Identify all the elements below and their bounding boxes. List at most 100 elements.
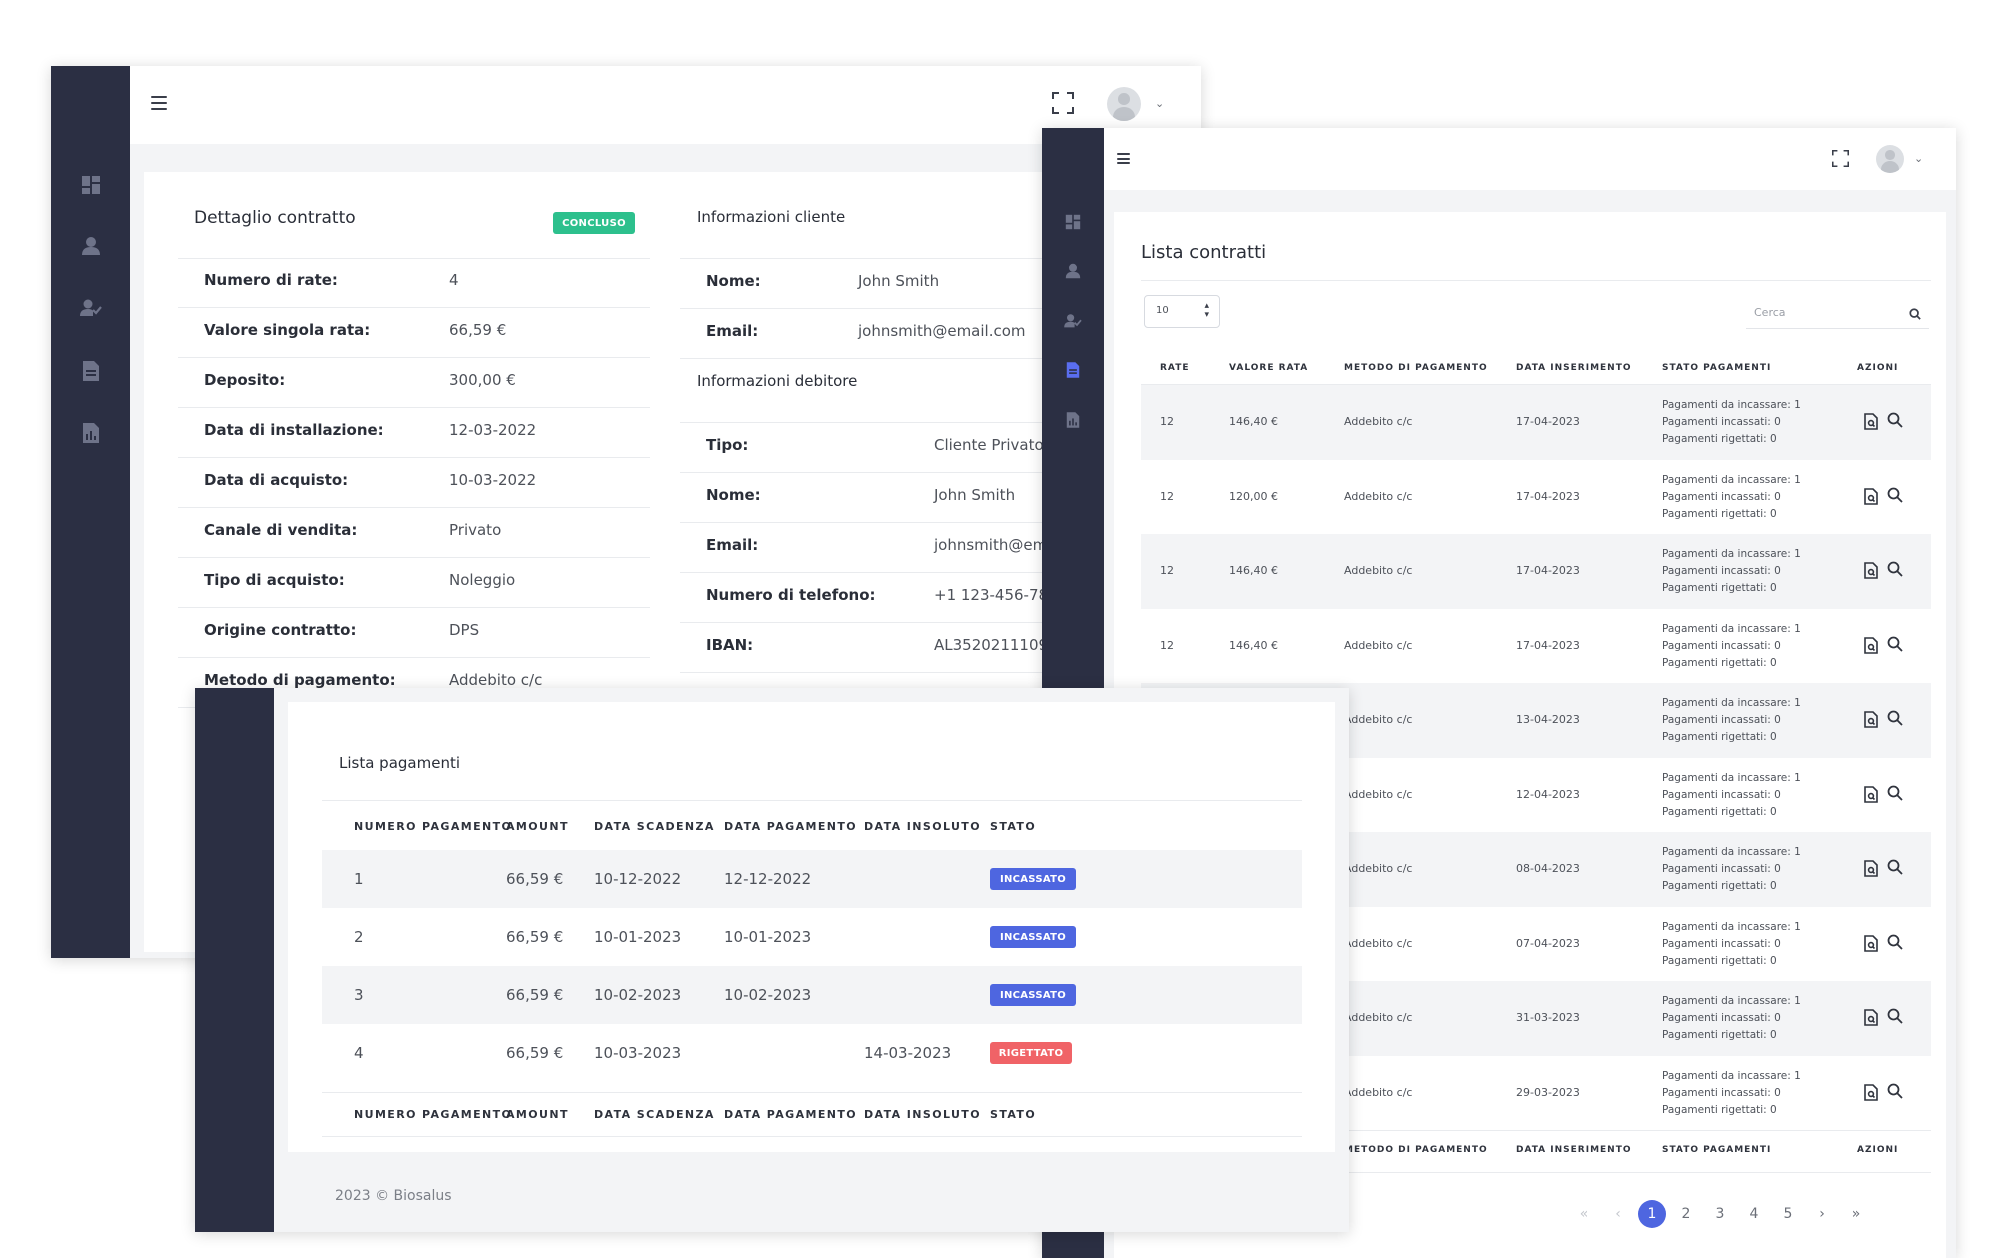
document-view-icon[interactable] bbox=[1864, 1009, 1878, 1030]
pagamento-cell: 10-01-2023 bbox=[724, 928, 812, 946]
fullscreen-icon[interactable] bbox=[1832, 150, 1849, 171]
user-avatar[interactable] bbox=[1107, 87, 1141, 121]
stato-line: Pagamenti da incassare: 1 bbox=[1662, 697, 1801, 710]
table-row[interactable]: 12 146,40 € Addebito c/c 17-04-2023 Pagament… bbox=[1141, 534, 1931, 609]
search-detail-icon[interactable] bbox=[1887, 561, 1903, 581]
sidebar bbox=[51, 66, 130, 958]
document-icon[interactable] bbox=[1042, 355, 1104, 385]
column-header[interactable]: STATO PAGAMENTI bbox=[1662, 363, 1771, 373]
amount-cell: 66,59 € bbox=[506, 1044, 564, 1062]
invoice-icon[interactable] bbox=[1042, 405, 1104, 435]
pagination-page[interactable]: 3 bbox=[1706, 1200, 1734, 1228]
dashboard-icon[interactable] bbox=[1042, 207, 1104, 237]
document-view-icon[interactable] bbox=[1864, 711, 1878, 732]
search-detail-icon[interactable] bbox=[1887, 1083, 1903, 1103]
hamburger-menu-icon[interactable] bbox=[1117, 153, 1130, 164]
stato-line: Pagamenti incassati: 0 bbox=[1662, 714, 1781, 727]
table-row[interactable]: 12 146,40 € Addebito c/c 17-04-2023 Pagament… bbox=[1141, 609, 1931, 684]
user-check-icon[interactable] bbox=[51, 293, 130, 323]
field-value: DPS bbox=[449, 621, 480, 639]
user-icon[interactable] bbox=[51, 231, 130, 261]
stato-line: Pagamenti rigettati: 0 bbox=[1662, 1029, 1777, 1042]
pagination-page[interactable]: 4 bbox=[1740, 1200, 1768, 1228]
pagination-next[interactable]: › bbox=[1808, 1200, 1836, 1228]
search-detail-icon[interactable] bbox=[1887, 412, 1903, 432]
pagination-last[interactable]: » bbox=[1842, 1200, 1870, 1228]
field-value: John Smith bbox=[934, 486, 1016, 504]
table-row[interactable]: 3 66,59 € 10-02-2023 10-02-2023 INCASSATO bbox=[322, 966, 1302, 1024]
column-header[interactable]: STATO bbox=[990, 820, 1036, 833]
fullscreen-icon[interactable] bbox=[1052, 92, 1074, 118]
stato-line: Pagamenti incassati: 0 bbox=[1662, 1012, 1781, 1025]
pagination-page[interactable]: 5 bbox=[1774, 1200, 1802, 1228]
numero-cell: 3 bbox=[354, 986, 364, 1004]
table-row[interactable]: 12 120,00 € Addebito c/c 17-04-2023 Pagament… bbox=[1141, 460, 1931, 535]
pagination-page[interactable]: 2 bbox=[1672, 1200, 1700, 1228]
data-cell: 17-04-2023 bbox=[1516, 564, 1580, 578]
page-size-select[interactable]: 10 ▴ ▾ bbox=[1144, 295, 1220, 328]
document-view-icon[interactable] bbox=[1864, 636, 1878, 658]
sidebar bbox=[195, 688, 274, 1232]
column-header[interactable]: RATE bbox=[1160, 363, 1189, 373]
numero-cell: 4 bbox=[354, 1044, 364, 1062]
document-view-icon[interactable] bbox=[1864, 1083, 1878, 1105]
stato-line: Pagamenti da incassare: 1 bbox=[1662, 622, 1801, 635]
document-view-icon[interactable] bbox=[1864, 413, 1878, 434]
search-detail-icon[interactable] bbox=[1887, 785, 1903, 805]
pagination-page[interactable]: 1 bbox=[1638, 1200, 1666, 1228]
pagination-first[interactable]: « bbox=[1570, 1200, 1598, 1228]
dashboard-icon[interactable] bbox=[51, 170, 130, 200]
table-row[interactable]: 4 66,59 € 10-03-2023 14-03-2023 RIGETTATO bbox=[322, 1024, 1302, 1082]
search-detail-icon[interactable] bbox=[1887, 487, 1903, 507]
column-header[interactable]: DATA INSERIMENTO bbox=[1516, 363, 1632, 373]
document-view-icon[interactable] bbox=[1864, 934, 1878, 956]
status-badge: INCASSATO bbox=[990, 984, 1076, 1006]
column-header[interactable]: VALORE RATA bbox=[1229, 363, 1308, 373]
search-detail-icon[interactable] bbox=[1887, 710, 1903, 730]
table-row[interactable]: 2 66,59 € 10-01-2023 10-01-2023 INCASSATO bbox=[322, 908, 1302, 966]
divider bbox=[178, 407, 650, 408]
divider bbox=[178, 657, 650, 658]
stato-line: Pagamenti rigettati: 0 bbox=[1662, 954, 1777, 967]
hamburger-menu-icon[interactable] bbox=[151, 96, 167, 110]
stato-line: Pagamenti rigettati: 0 bbox=[1662, 507, 1777, 520]
document-view-icon[interactable] bbox=[1864, 860, 1878, 881]
user-avatar[interactable] bbox=[1876, 145, 1904, 173]
pagination-prev[interactable]: ‹ bbox=[1604, 1200, 1632, 1228]
column-header[interactable]: DATA SCADENZA bbox=[594, 820, 715, 833]
column-header[interactable]: METODO DI PAGAMENTO bbox=[1344, 363, 1488, 373]
column-footer: DATA PAGAMENTO bbox=[724, 1108, 858, 1121]
search-icon[interactable] bbox=[1909, 305, 1921, 324]
column-header[interactable]: DATA PAGAMENTO bbox=[724, 820, 857, 833]
document-view-icon[interactable] bbox=[1864, 487, 1878, 509]
document-view-icon[interactable] bbox=[1864, 785, 1878, 807]
invoice-icon[interactable] bbox=[51, 418, 130, 448]
divider bbox=[178, 357, 650, 358]
search-detail-icon[interactable] bbox=[1887, 934, 1903, 954]
search-input[interactable]: Cerca bbox=[1746, 297, 1929, 329]
chevron-down-icon[interactable]: ⌄ bbox=[1155, 97, 1164, 110]
column-header[interactable]: NUMERO PAGAMENTO bbox=[354, 820, 512, 833]
column-footer: DATA INSERIMENTO bbox=[1516, 1145, 1632, 1155]
column-header[interactable]: AMOUNT bbox=[506, 820, 569, 833]
search-detail-icon[interactable] bbox=[1887, 859, 1903, 879]
insoluto-cell: 14-03-2023 bbox=[864, 1044, 952, 1062]
card-title: Lista contratti bbox=[1141, 242, 1267, 263]
chevron-down-icon[interactable]: ⌄ bbox=[1914, 152, 1923, 165]
document-view-icon[interactable] bbox=[1864, 562, 1878, 583]
user-icon[interactable] bbox=[1042, 256, 1104, 286]
data-cell: 12-04-2023 bbox=[1516, 787, 1580, 801]
stato-line: Pagamenti incassati: 0 bbox=[1662, 937, 1781, 950]
column-footer: NUMERO PAGAMENTO bbox=[354, 1108, 513, 1121]
table-row[interactable]: 12 146,40 € Addebito c/c 17-04-2023 Pagament… bbox=[1141, 385, 1931, 460]
search-detail-icon[interactable] bbox=[1887, 1008, 1903, 1028]
search-detail-icon[interactable] bbox=[1887, 636, 1903, 656]
scadenza-cell: 10-01-2023 bbox=[594, 928, 682, 946]
table-row[interactable]: 1 66,59 € 10-12-2022 12-12-2022 INCASSATO bbox=[322, 850, 1302, 908]
column-header[interactable]: DATA INSOLUTO bbox=[864, 820, 981, 833]
field-label: Metodo di pagamento: bbox=[204, 671, 396, 689]
document-icon[interactable] bbox=[51, 356, 130, 386]
column-header[interactable]: AZIONI bbox=[1857, 363, 1898, 373]
data-cell: 29-03-2023 bbox=[1516, 1085, 1580, 1099]
user-check-icon[interactable] bbox=[1042, 306, 1104, 336]
